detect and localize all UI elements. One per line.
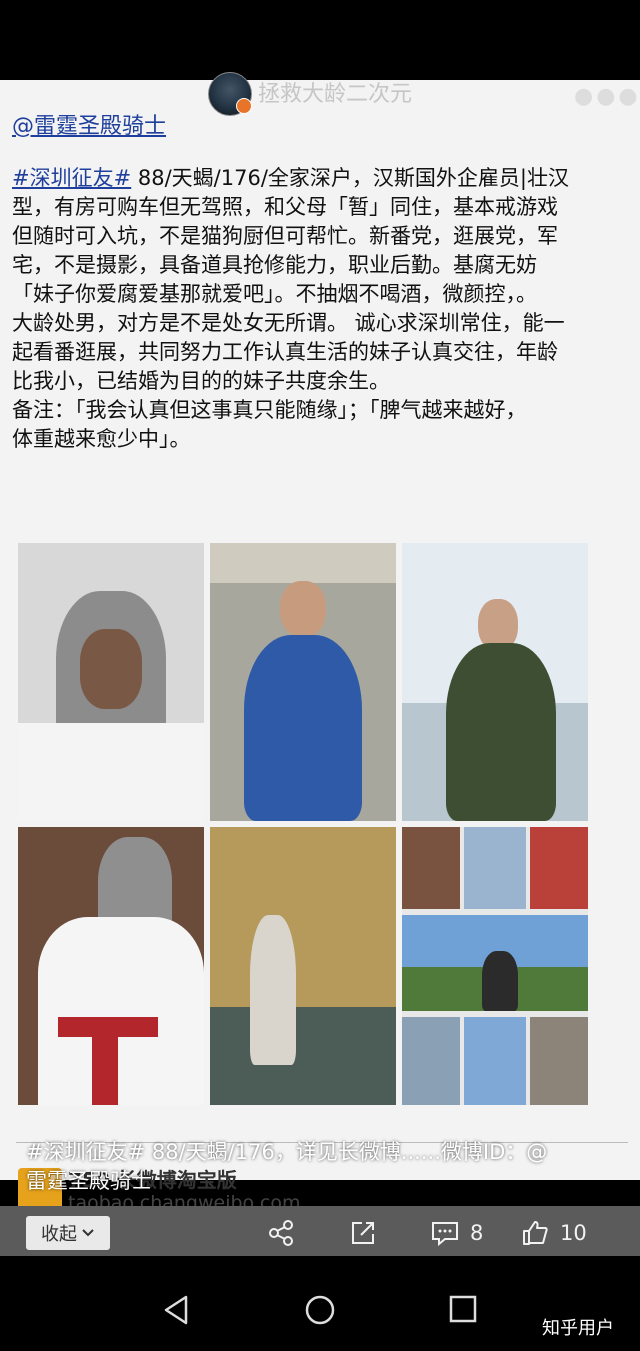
recents-icon[interactable] bbox=[448, 1294, 478, 1324]
repost-button[interactable] bbox=[348, 1216, 378, 1250]
body-line: 体重越来愈少中」。 bbox=[12, 427, 191, 451]
photo-grid bbox=[18, 543, 590, 1105]
more-icon[interactable]: ●●● bbox=[574, 84, 640, 109]
body-line-1: #深圳征友# 88/天蝎/176/全家深户，汉斯国外企雇员|壮汉 bbox=[12, 164, 630, 193]
comments-count: 8 bbox=[470, 1221, 484, 1245]
status-bar bbox=[0, 0, 640, 54]
action-bar: 收起 8 10 bbox=[0, 1206, 640, 1256]
body-line-1-text: 88/天蝎/176/全家深户，汉斯国外企雇员|壮汉 bbox=[131, 166, 569, 190]
verified-badge-icon bbox=[236, 98, 252, 114]
body-line: 型，有房可购车但无驾照，和父母「暂」同住，基本戒游戏 bbox=[12, 195, 558, 219]
photo-camo-outfit[interactable] bbox=[402, 543, 588, 821]
comment-button[interactable]: 8 bbox=[430, 1216, 483, 1250]
share-button[interactable] bbox=[266, 1216, 296, 1250]
body-line: 比我小，已结婚为目的的妹子共度余生。 bbox=[12, 369, 390, 393]
photo-knight-costume[interactable] bbox=[18, 827, 204, 1105]
photo-chainmail-portrait[interactable] bbox=[18, 543, 204, 821]
body-line: 「妹子你爱腐爱基那就爱吧」。不抽烟不喝酒，微颜控，。 bbox=[12, 282, 537, 306]
back-icon[interactable] bbox=[162, 1294, 192, 1326]
home-icon[interactable] bbox=[304, 1294, 336, 1326]
repost-icon bbox=[352, 1222, 374, 1244]
photo-caption: #深圳征友# 88/天蝎/176，详见长微博......微博ID：@ 雷霆圣殿骑… bbox=[26, 1138, 626, 1196]
collapse-label: 收起 bbox=[41, 1224, 77, 1245]
body-line: 大龄处男，对方是不是处女无所谓。 诚心求深圳常住，能一 bbox=[12, 311, 565, 335]
body-line: 宅，不是摄影，具备道具抢修能力，职业后勤。基腐无妨 bbox=[12, 253, 537, 277]
caption-line-1: #深圳征友# 88/天蝎/176，详见长微博......微博ID：@ bbox=[26, 1140, 548, 1164]
comment-icon bbox=[432, 1222, 458, 1247]
photo-collage[interactable] bbox=[402, 827, 588, 1105]
body-line: 但随时可入坑，不是猫狗厨但可帮忙。新番党，逛展党，军 bbox=[12, 224, 558, 248]
like-icon bbox=[523, 1221, 548, 1245]
post-body: #深圳征友# 88/天蝎/176/全家深户，汉斯国外企雇员|壮汉 型，有房可购车… bbox=[12, 164, 630, 454]
chevron-down-icon bbox=[82, 1229, 94, 1237]
share-icon bbox=[269, 1220, 293, 1246]
zhihu-watermark: 知乎用户 bbox=[542, 1318, 614, 1339]
body-line: 备注：「我会认真但这事真只能随缘」；「脾气越来越好， bbox=[12, 398, 527, 422]
like-button[interactable]: 10 bbox=[520, 1216, 587, 1250]
caption-line-2: 雷霆圣殿骑士 bbox=[26, 1169, 152, 1193]
collapse-button[interactable]: 收起 bbox=[26, 1216, 110, 1250]
photo-blue-jacket[interactable] bbox=[210, 543, 396, 821]
weibo-post: 拯救大龄二次元 ●●● @雷霆圣殿骑士 #深圳征友# 88/天蝎/176/全家深… bbox=[0, 72, 640, 1214]
likes-count: 10 bbox=[560, 1221, 587, 1245]
body-line: 起看番逛展，共同努力工作认真生活的妹子认真交往，年龄 bbox=[12, 340, 558, 364]
hashtag-link[interactable]: #深圳征友# bbox=[12, 166, 131, 190]
mention-link[interactable]: @雷霆圣殿骑士 bbox=[12, 108, 166, 140]
account-name[interactable]: 拯救大龄二次元 bbox=[258, 76, 412, 108]
photo-aircraft-camo[interactable] bbox=[210, 827, 396, 1105]
